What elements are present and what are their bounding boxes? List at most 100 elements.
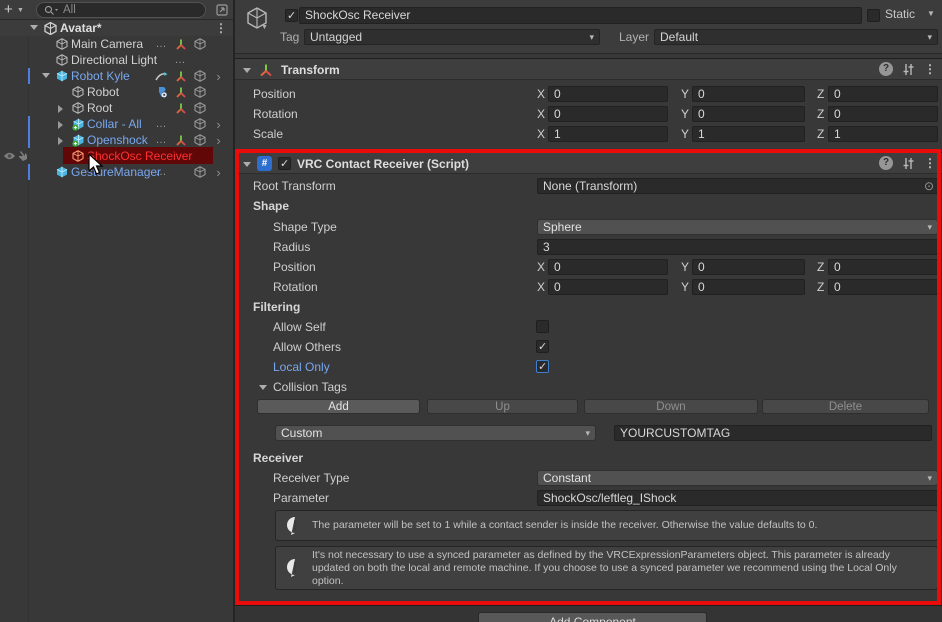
kebab-menu-icon[interactable]: ⋮ <box>215 21 227 35</box>
chevron-badge-icon[interactable]: › <box>209 68 228 84</box>
component-enabled-checkbox[interactable] <box>278 157 291 170</box>
allow-others-checkbox[interactable] <box>536 340 549 353</box>
position-z-field[interactable]: 0 <box>828 86 938 102</box>
up-button[interactable]: Up <box>427 399 578 414</box>
bone-badge-icon[interactable] <box>152 68 171 84</box>
axis-badge-icon[interactable] <box>171 100 190 116</box>
root-transform-object-field[interactable]: None (Transform)⊙ <box>537 178 938 194</box>
static-dropdown-icon[interactable]: ▼ <box>927 9 935 18</box>
axis-badge-icon[interactable] <box>171 132 190 148</box>
ellipsis-badge-icon[interactable]: … <box>152 36 171 52</box>
kebab-menu-icon[interactable]: ⋮ <box>924 62 936 76</box>
tag-dropdown[interactable]: Untagged <box>304 29 600 45</box>
foldout-open-icon[interactable] <box>30 25 38 30</box>
foldout-closed-icon[interactable] <box>58 105 63 113</box>
hierarchy-row[interactable]: Directional Light… <box>0 52 233 68</box>
scale-z-field[interactable]: 1 <box>828 126 938 142</box>
ellipsis-badge-icon[interactable]: … <box>152 116 171 132</box>
scene-header-row[interactable]: Avatar* ⋮ <box>0 20 233 36</box>
shape-rotation-y-field[interactable]: 0 <box>692 279 805 295</box>
tag-type-dropdown[interactable]: Custom <box>275 425 596 441</box>
rotation-z-field[interactable]: 0 <box>828 106 938 122</box>
hierarchy-row[interactable]: Main Camera… <box>0 36 233 52</box>
icon-picker-caret[interactable]: ▼ <box>261 24 268 31</box>
axis-badge-icon[interactable] <box>171 68 190 84</box>
presets-icon[interactable] <box>902 63 915 76</box>
open-search-window-icon[interactable] <box>216 4 228 16</box>
shape-type-dropdown[interactable]: Sphere <box>537 219 938 235</box>
help-icon[interactable]: ? <box>879 156 893 170</box>
empty-slot <box>171 164 190 180</box>
delete-button[interactable]: Delete <box>762 399 929 414</box>
chevron-badge-icon[interactable]: › <box>209 132 228 148</box>
cube-badge-icon[interactable] <box>190 132 209 148</box>
object-picker-icon[interactable]: ⊙ <box>924 179 934 194</box>
hierarchy-item-label: ShockOsc Receiver <box>87 149 192 163</box>
parameter-field[interactable]: ShockOsc/leftleg_IShock <box>537 490 938 506</box>
contact-receiver-header[interactable]: # VRC Contact Receiver (Script) ? ⋮ <box>235 152 942 174</box>
presets-icon[interactable] <box>902 157 915 170</box>
hierarchy-search-input[interactable]: All <box>36 2 206 18</box>
foldout-closed-icon[interactable] <box>58 137 63 145</box>
receiver-type-dropdown[interactable]: Constant <box>537 470 938 486</box>
position-x-field[interactable]: 0 <box>548 86 668 102</box>
shape-rotation-x-field[interactable]: 0 <box>548 279 668 295</box>
gameobject-name-field[interactable]: ShockOsc Receiver <box>299 7 862 24</box>
allow-self-checkbox[interactable] <box>536 320 549 333</box>
hierarchy-row[interactable]: Openshock…› <box>0 132 233 148</box>
cube-badge-icon[interactable] <box>190 100 209 116</box>
hierarchy-row[interactable]: ShockOsc Receiver <box>0 148 233 164</box>
position-y-field[interactable]: 0 <box>692 86 805 102</box>
visibility-eye-icon[interactable] <box>3 151 16 161</box>
hierarchy-row[interactable]: GestureManager…› <box>0 164 233 180</box>
avatar-badge-icon[interactable] <box>152 84 171 100</box>
cube-badge-icon[interactable] <box>190 36 209 52</box>
custom-tag-field[interactable]: YOURCUSTOMTAG <box>614 425 932 441</box>
kebab-menu-icon[interactable]: ⋮ <box>924 156 936 170</box>
ellipsis-badge-icon[interactable]: … <box>171 52 190 68</box>
add-button[interactable]: Add <box>257 399 420 414</box>
hierarchy-row[interactable]: Collar - All…› <box>0 116 233 132</box>
layer-dropdown[interactable]: Default <box>654 29 938 45</box>
foldout-open-icon[interactable] <box>42 73 50 78</box>
local-only-checkbox[interactable] <box>536 360 549 373</box>
cube-badge-icon[interactable] <box>190 84 209 100</box>
down-button[interactable]: Down <box>584 399 758 414</box>
shape-rotation-z-field[interactable]: 0 <box>828 279 938 295</box>
foldout-open-icon[interactable] <box>243 68 251 73</box>
chevron-badge-icon[interactable]: › <box>209 116 228 132</box>
cube-badge-icon[interactable] <box>190 116 209 132</box>
rotation-x-field[interactable]: 0 <box>548 106 668 122</box>
hierarchy-panel: + ▼ All Avatar* ⋮ Main Camera…Directiona… <box>0 0 233 622</box>
axis-badge-icon[interactable] <box>171 36 190 52</box>
add-component-button[interactable]: Add Component <box>478 612 707 622</box>
rotation-y-field[interactable]: 0 <box>692 106 805 122</box>
root-transform-label: Root Transform <box>253 179 336 193</box>
radius-field[interactable]: 3 <box>537 239 938 255</box>
cube-badge-icon[interactable] <box>190 164 209 180</box>
foldout-open-icon[interactable] <box>243 162 251 167</box>
help-icon[interactable]: ? <box>879 62 893 76</box>
cube-badge-icon[interactable] <box>190 68 209 84</box>
hierarchy-rows: Main Camera…Directional Light…Robot Kyle… <box>0 36 233 180</box>
hierarchy-row[interactable]: Robot Kyle› <box>0 68 233 84</box>
hierarchy-row[interactable]: Robot <box>0 84 233 100</box>
axis-badge-icon[interactable] <box>171 84 190 100</box>
ellipsis-badge-icon[interactable]: … <box>152 164 171 180</box>
shape-position-x-field[interactable]: 0 <box>548 259 668 275</box>
scale-y-field[interactable]: 1 <box>692 126 805 142</box>
chevron-badge-icon[interactable]: › <box>209 164 228 180</box>
active-checkbox[interactable] <box>285 9 298 22</box>
ellipsis-badge-icon[interactable]: … <box>152 132 171 148</box>
picking-hand-icon[interactable] <box>17 150 29 162</box>
hierarchy-row[interactable]: Root <box>0 100 233 116</box>
shape-position-z-field[interactable]: 0 <box>828 259 938 275</box>
scale-x-field[interactable]: 1 <box>548 126 668 142</box>
static-checkbox[interactable] <box>867 9 880 22</box>
create-object-button[interactable]: + ▼ <box>4 0 30 20</box>
shape-position-y-field[interactable]: 0 <box>692 259 805 275</box>
collision-tags-row[interactable]: Collision Tags <box>235 377 942 397</box>
transform-header[interactable]: Transform ? ⋮ <box>235 58 942 80</box>
foldout-open-icon[interactable] <box>259 385 267 390</box>
foldout-closed-icon[interactable] <box>58 121 63 129</box>
